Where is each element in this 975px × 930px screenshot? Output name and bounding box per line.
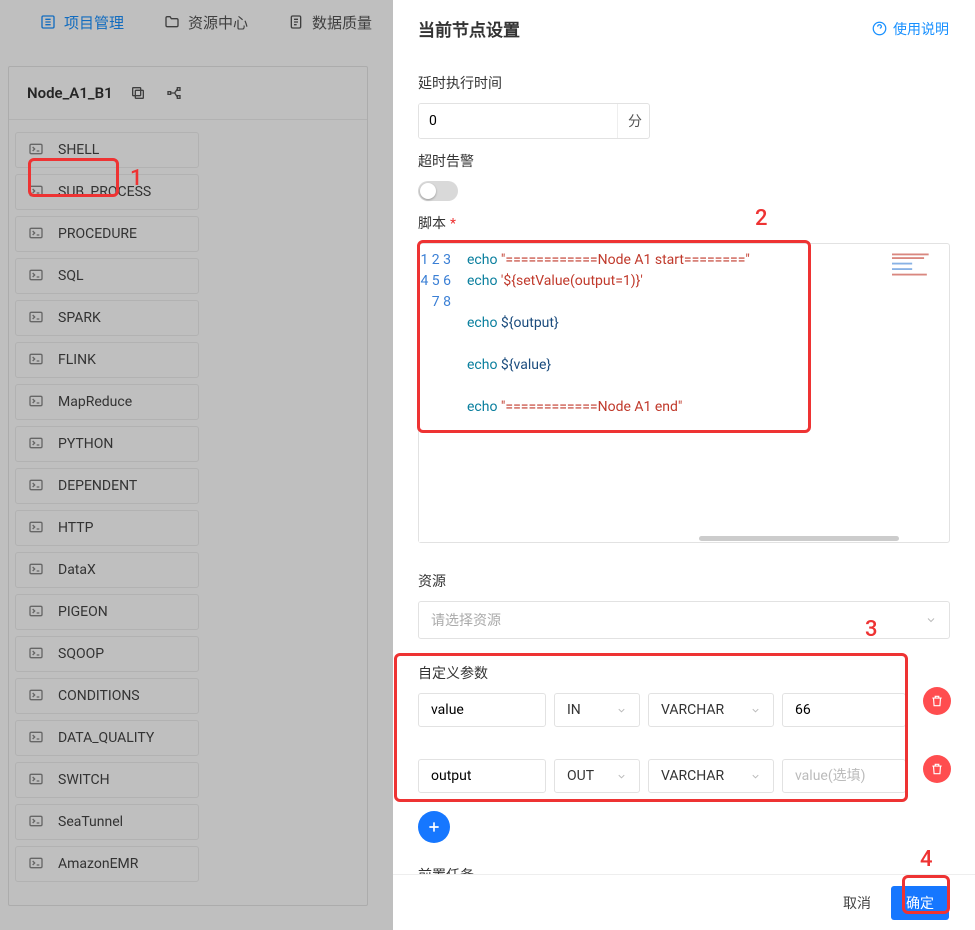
param-direction-select[interactable]: OUT bbox=[554, 759, 640, 793]
param-name-input[interactable] bbox=[418, 759, 546, 793]
chevron-down-icon bbox=[750, 771, 761, 782]
add-param-button[interactable] bbox=[418, 811, 450, 843]
cancel-button[interactable]: 取消 bbox=[843, 893, 871, 913]
params-label: 自定义参数 bbox=[418, 663, 950, 683]
param-direction-value: OUT bbox=[567, 768, 594, 784]
param-row: OUT VARCHAR bbox=[418, 759, 950, 793]
param-row: IN VARCHAR bbox=[418, 693, 950, 727]
param-type-value: VARCHAR bbox=[661, 768, 724, 784]
params-container: IN VARCHAR OUT VARCHAR bbox=[418, 693, 950, 793]
resource-placeholder: 请选择资源 bbox=[431, 610, 501, 630]
drawer-body: 延时执行时间 分 超时告警 脚本* 1 2 3 4 5 6 7 8 echo "… bbox=[393, 47, 975, 874]
drawer-title: 当前节点设置 bbox=[418, 16, 520, 41]
chevron-down-icon bbox=[616, 771, 627, 782]
drawer-header: 当前节点设置 使用说明 bbox=[393, 0, 975, 47]
pretask-label: 前置任务 bbox=[418, 865, 950, 874]
editor-scrollbar[interactable] bbox=[419, 536, 949, 542]
param-value-input[interactable] bbox=[782, 693, 906, 727]
chevron-down-icon bbox=[750, 705, 761, 716]
delete-param-button[interactable] bbox=[923, 687, 951, 715]
param-type-select[interactable]: VARCHAR bbox=[648, 759, 774, 793]
timeout-label: 超时告警 bbox=[418, 151, 950, 171]
param-type-value: VARCHAR bbox=[661, 702, 724, 718]
delay-label: 延时执行时间 bbox=[418, 73, 950, 93]
script-label: 脚本* bbox=[418, 213, 950, 233]
resource-label: 资源 bbox=[418, 571, 950, 591]
help-link[interactable]: 使用说明 bbox=[872, 19, 949, 39]
delay-input-group: 分 bbox=[418, 103, 650, 139]
resource-select[interactable]: 请选择资源 bbox=[418, 601, 950, 639]
param-value-input[interactable] bbox=[782, 759, 906, 793]
script-editor[interactable]: 1 2 3 4 5 6 7 8 echo "============Node A… bbox=[418, 243, 950, 543]
delete-param-button[interactable] bbox=[923, 755, 951, 783]
param-direction-value: IN bbox=[567, 702, 581, 718]
timeout-toggle[interactable] bbox=[418, 181, 458, 201]
delay-unit: 分 bbox=[617, 104, 650, 138]
chevron-down-icon bbox=[925, 614, 937, 626]
delay-input[interactable] bbox=[419, 104, 617, 138]
help-link-label: 使用说明 bbox=[893, 19, 949, 39]
editor-minimap bbox=[892, 250, 947, 290]
settings-drawer: 当前节点设置 使用说明 延时执行时间 分 超时告警 脚本* 1 2 3 4 5 … bbox=[393, 0, 975, 930]
param-type-select[interactable]: VARCHAR bbox=[648, 693, 774, 727]
param-direction-select[interactable]: IN bbox=[554, 693, 640, 727]
drawer-footer: 取消 确定 bbox=[393, 874, 975, 930]
confirm-button[interactable]: 确定 bbox=[891, 886, 949, 920]
chevron-down-icon bbox=[616, 705, 627, 716]
param-name-input[interactable] bbox=[418, 693, 546, 727]
